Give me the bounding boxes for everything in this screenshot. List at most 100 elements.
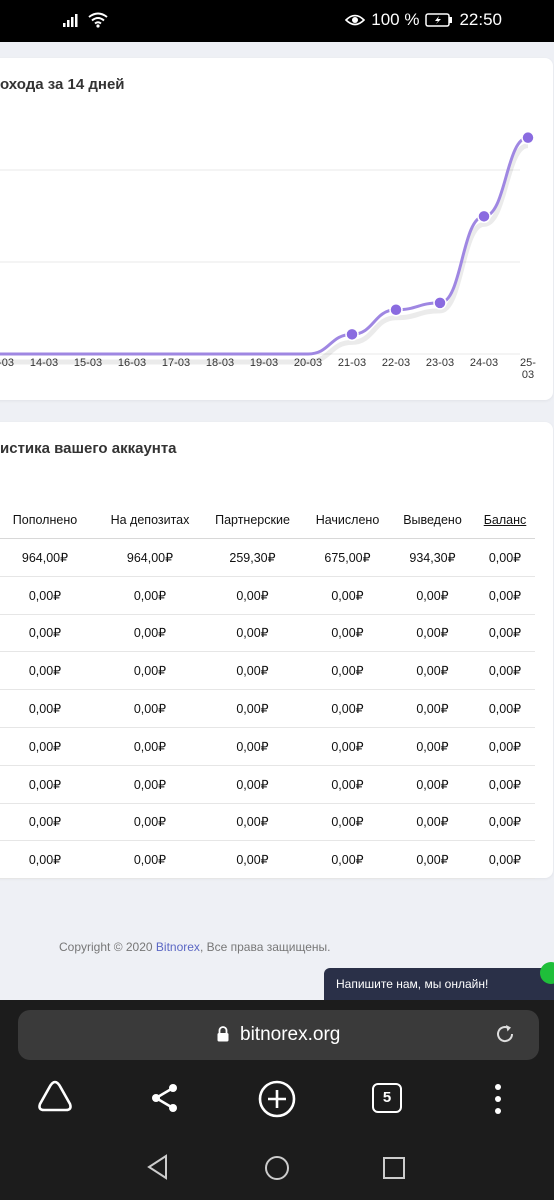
x-tick-label: -03 — [0, 357, 14, 369]
col-withdrawn: Выведено — [390, 502, 475, 539]
browser-home-icon[interactable] — [36, 1078, 74, 1114]
table-row: 0,00₽ 0,00₽ 0,00₽ 0,00₽ 0,00₽ 0,00₽ — [0, 651, 535, 691]
copyright-prefix: Copyright © 2020 — [59, 940, 156, 954]
share-icon[interactable] — [150, 1082, 180, 1114]
x-tick-label: 19-03 — [250, 357, 278, 369]
table-cell: 0,00₽ — [0, 689, 100, 728]
table-cell: 0,00₽ — [475, 538, 535, 577]
table-cell: 0,00₽ — [100, 614, 200, 653]
col-deposited: Пополнено — [0, 502, 100, 539]
table-cell: 0,00₽ — [100, 651, 200, 691]
table-cell: 0,00₽ — [475, 614, 535, 653]
col-on-deposits: На депозитах — [100, 502, 200, 539]
chat-widget-button[interactable]: Напишите нам, мы онлайн! — [324, 962, 554, 1000]
table-cell: 0,00₽ — [0, 765, 100, 804]
eye-icon — [345, 14, 366, 26]
table-cell: 0,00₽ — [0, 614, 100, 653]
table-cell: 0,00₽ — [100, 689, 200, 728]
account-stats-card: истика вашего аккаунта Пополнено На депо… — [0, 422, 553, 880]
table-cell: 964,00₽ — [100, 538, 200, 577]
table-row: 0,00₽ 0,00₽ 0,00₽ 0,00₽ 0,00₽ 0,00₽ — [0, 576, 535, 615]
nav-home-icon[interactable] — [264, 1155, 290, 1181]
table-cell: 0,00₽ — [0, 840, 100, 880]
stats-title: истика вашего аккаунта — [0, 440, 177, 457]
table-cell: 0,00₽ — [100, 576, 200, 615]
x-tick-label: 03 — [522, 369, 534, 381]
table-cell: 0,00₽ — [200, 765, 305, 804]
table-row: 0,00₽ 0,00₽ 0,00₽ 0,00₽ 0,00₽ 0,00₽ — [0, 765, 535, 804]
x-tick-label: 20-03 — [294, 357, 322, 369]
data-point[interactable] — [345, 327, 359, 342]
table-cell: 0,00₽ — [100, 803, 200, 842]
table-cell: 0,00₽ — [390, 840, 475, 880]
table-cell: 0,00₽ — [100, 840, 200, 880]
table-cell: 0,00₽ — [0, 576, 100, 615]
table-cell: 0,00₽ — [475, 840, 535, 880]
more-vert-icon[interactable] — [490, 1082, 506, 1116]
table-row: 0,00₽ 0,00₽ 0,00₽ 0,00₽ 0,00₽ 0,00₽ — [0, 614, 535, 653]
col-partner: Партнерские — [200, 502, 305, 539]
stats-table: Пополнено На депозитах Партнерские Начис… — [0, 502, 535, 880]
table-cell: 0,00₽ — [390, 727, 475, 766]
table-cell: 0,00₽ — [475, 689, 535, 728]
table-cell: 0,00₽ — [305, 727, 390, 766]
x-tick-label: 14-03 — [30, 357, 58, 369]
table-cell: 0,00₽ — [305, 840, 390, 880]
lock-icon — [217, 1026, 229, 1042]
battery-percent: 100 % — [371, 10, 420, 29]
url-text: bitnorex.org — [240, 1024, 341, 1045]
table-cell: 0,00₽ — [305, 614, 390, 653]
table-cell: 0,00₽ — [390, 651, 475, 691]
tabs-icon[interactable]: 5 — [372, 1083, 402, 1113]
table-cell: 0,00₽ — [475, 803, 535, 842]
table-cell: 0,00₽ — [0, 727, 100, 766]
footer-copyright: Copyright © 2020 Bitnorex, Все права защ… — [59, 940, 330, 954]
table-cell: 0,00₽ — [200, 840, 305, 880]
table-cell: 0,00₽ — [200, 803, 305, 842]
x-tick-label: 24-03 — [470, 357, 498, 369]
signal-icon — [63, 14, 78, 27]
x-tick-label: 25- — [520, 357, 536, 369]
table-cell: 0,00₽ — [475, 576, 535, 615]
nav-recents-icon[interactable] — [382, 1156, 406, 1180]
data-point[interactable] — [389, 303, 403, 317]
table-cell: 675,00₽ — [305, 538, 390, 577]
series-line-shadow — [0, 143, 529, 365]
table-cell: 0,00₽ — [200, 614, 305, 653]
x-tick-label: 18-03 — [206, 357, 234, 369]
table-row: 0,00₽ 0,00₽ 0,00₽ 0,00₽ 0,00₽ 0,00₽ — [0, 840, 535, 880]
table-cell: 0,00₽ — [390, 576, 475, 615]
table-row: 0,00₽ 0,00₽ 0,00₽ 0,00₽ 0,00₽ 0,00₽ — [0, 689, 535, 728]
tab-count: 5 — [382, 1089, 392, 1106]
x-tick-label: 17-03 — [162, 357, 190, 369]
reload-icon[interactable] — [493, 1022, 517, 1046]
table-cell: 0,00₽ — [475, 651, 535, 691]
table-cell: 0,00₽ — [390, 803, 475, 842]
data-point[interactable] — [521, 130, 535, 145]
col-balance[interactable]: Баланс — [475, 502, 535, 539]
brand-link[interactable]: Bitnorex — [156, 940, 200, 954]
data-point[interactable] — [433, 296, 447, 310]
copyright-suffix: , Все права защищены. — [199, 940, 331, 954]
table-cell: 0,00₽ — [200, 689, 305, 728]
plus-circle-icon[interactable] — [257, 1079, 297, 1119]
nav-back-icon[interactable] — [146, 1154, 170, 1180]
table-cell: 0,00₽ — [475, 765, 535, 804]
url-bar[interactable]: bitnorex.org — [18, 1010, 539, 1060]
table-cell: 0,00₽ — [200, 576, 305, 615]
x-tick-label: 23-03 — [426, 357, 454, 369]
table-cell: 0,00₽ — [475, 727, 535, 766]
chat-label: Напишите нам, мы онлайн! — [336, 977, 489, 991]
table-cell: 0,00₽ — [305, 576, 390, 615]
col-accrued: Начислено — [305, 502, 390, 539]
income-chart-card: охода за 14 дней -0314-0315-0316-0317-03… — [0, 58, 553, 400]
table-cell: 0,00₽ — [305, 803, 390, 842]
table-cell: 0,00₽ — [305, 765, 390, 804]
table-cell: 934,30₽ — [390, 538, 475, 577]
x-tick-label: 16-03 — [118, 357, 146, 369]
table-row: 964,00₽ 964,00₽ 259,30₽ 675,00₽ 934,30₽ 0,00₽ — [0, 538, 535, 577]
data-point[interactable] — [477, 209, 491, 224]
income-chart: -03 14-03 15-03 16-03 17-03 18-03 19-03 20-03 21… — [0, 130, 536, 381]
table-cell: 0,00₽ — [390, 765, 475, 804]
status-left — [62, 12, 108, 28]
